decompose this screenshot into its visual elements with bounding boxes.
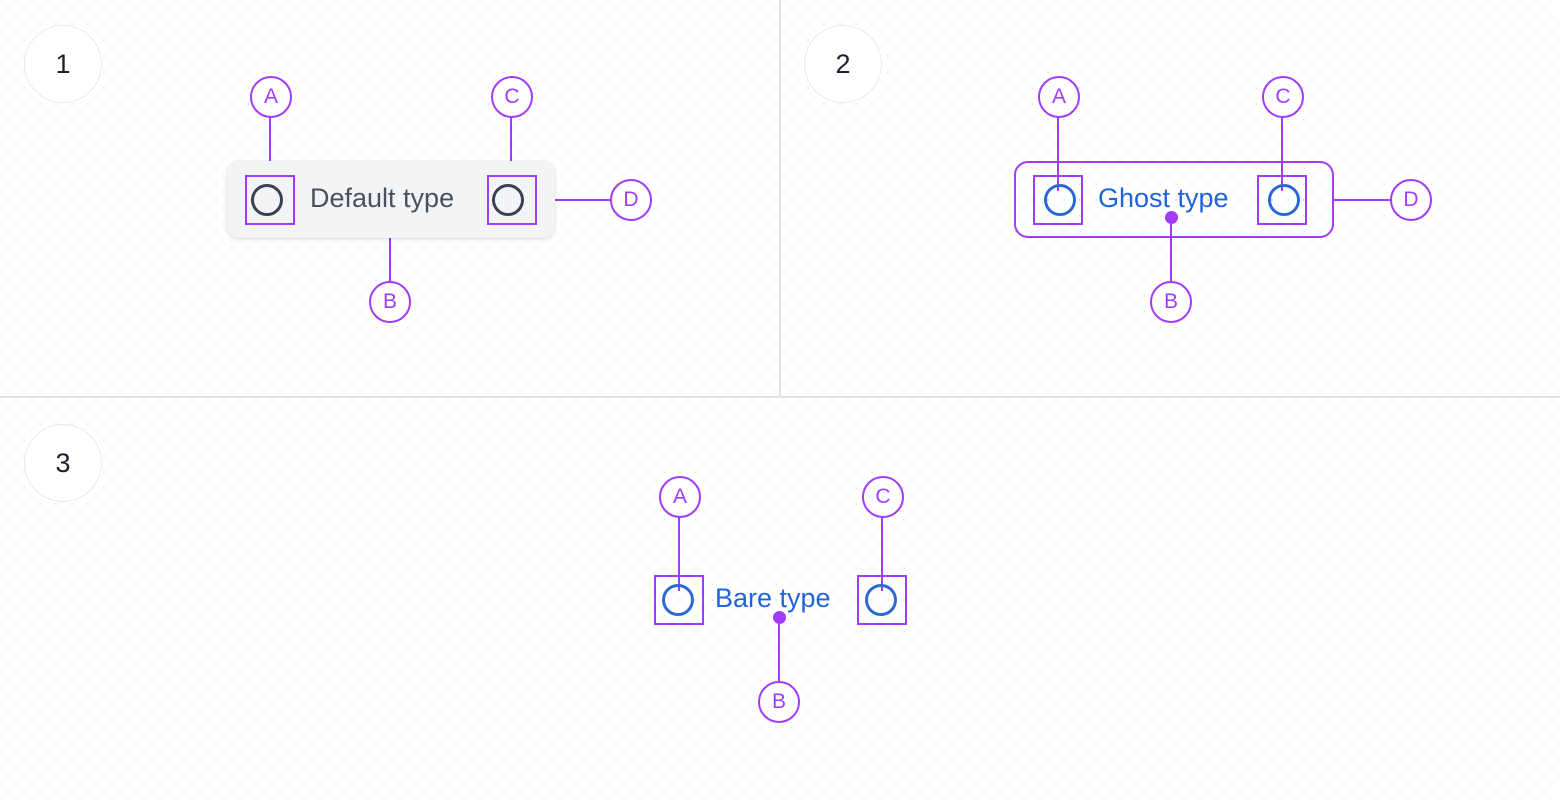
measure-box-right-p3	[857, 575, 907, 625]
panel-divider-vertical	[779, 0, 781, 397]
annotation-badge-c-p1[interactable]: C	[491, 76, 533, 118]
panel-divider-horizontal	[0, 396, 1560, 398]
panel-number-1: 1	[24, 25, 102, 103]
button-label-bare: Bare type	[715, 583, 831, 613]
connector-line-d-p1	[554, 199, 610, 201]
button-label-default: Default type	[310, 183, 455, 213]
measure-box-left-p2	[1033, 175, 1083, 225]
annotation-badge-d-p2[interactable]: D	[1390, 179, 1432, 221]
annotation-badge-d-p1[interactable]: D	[610, 179, 652, 221]
panel-number-3: 3	[24, 424, 102, 502]
measure-box-left-p1	[245, 175, 295, 225]
annotation-badge-c-p3[interactable]: C	[862, 476, 904, 518]
annotation-badge-a-p2[interactable]: A	[1038, 76, 1080, 118]
measure-box-right-p1	[487, 175, 537, 225]
panel-number-2: 2	[804, 25, 882, 103]
annotation-canvas: 1 A C B D Default type 2 A C B D Ghost t…	[0, 0, 1560, 800]
annotation-badge-a-p3[interactable]: A	[659, 476, 701, 518]
annotation-badge-b-p1[interactable]: B	[369, 281, 411, 323]
measure-box-right-p2	[1257, 175, 1307, 225]
button-label-ghost: Ghost type	[1098, 183, 1229, 213]
annotation-badge-b-p2[interactable]: B	[1150, 281, 1192, 323]
annotation-badge-a-p1[interactable]: A	[250, 76, 292, 118]
measure-box-left-p3	[654, 575, 704, 625]
annotation-badge-c-p2[interactable]: C	[1262, 76, 1304, 118]
annotation-badge-b-p3[interactable]: B	[758, 681, 800, 723]
connector-line-d-p2	[1334, 199, 1390, 201]
